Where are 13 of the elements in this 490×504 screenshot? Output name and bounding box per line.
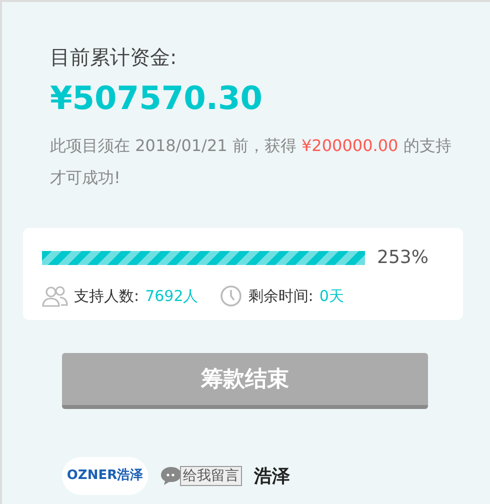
brand-name: 浩泽 <box>254 464 290 488</box>
funding-label: 目前累计资金: <box>50 44 178 71</box>
brand-logo: OZNER浩泽 <box>62 457 148 495</box>
people-icon <box>42 285 68 308</box>
chat-bubble-icon <box>160 466 182 486</box>
funding-note: 此项目须在 2018/01/21 前，获得 ¥200000.00 的支持才可成功! <box>50 135 452 189</box>
stat-label: 剩余时间: <box>248 286 314 307</box>
stat-value: 0天 <box>319 286 344 307</box>
stat-value: 7692人 <box>145 286 198 307</box>
stat-label: 支持人数: <box>74 286 140 307</box>
progress-reading: 253% <box>377 246 428 270</box>
funding-amount: ¥507570.30 <box>50 78 264 118</box>
clock-icon <box>220 285 242 308</box>
